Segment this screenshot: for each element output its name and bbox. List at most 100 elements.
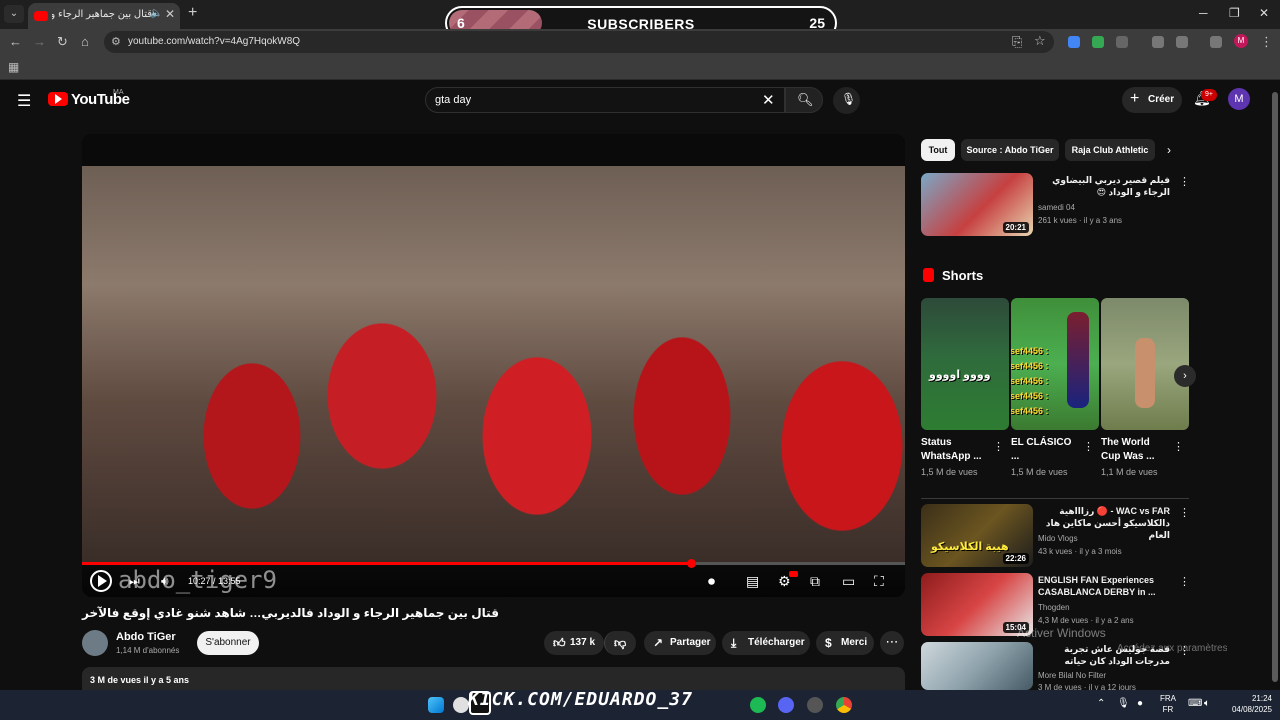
extensions-puzzle-icon[interactable] bbox=[1116, 36, 1128, 48]
input-language[interactable]: FRA FR bbox=[1160, 693, 1176, 715]
volume-icon[interactable]: 🔊︎ bbox=[161, 574, 169, 589]
short-thumbnail[interactable] bbox=[1101, 298, 1189, 430]
channel-name[interactable]: Abdo TiGer bbox=[116, 631, 176, 643]
account-avatar[interactable]: M bbox=[1228, 88, 1250, 110]
recommended-channel[interactable]: Mido Vlogs bbox=[1038, 533, 1178, 544]
youtube-logo-play-icon bbox=[55, 94, 62, 104]
drive-extension-icon[interactable] bbox=[1092, 36, 1104, 48]
short-title[interactable]: The World Cup Was ... bbox=[1101, 436, 1171, 464]
tab-search-chevron-icon[interactable]: ⌄ bbox=[4, 5, 24, 23]
recommended-title[interactable]: ENGLISH FAN Experiences CASABLANCA DERBY… bbox=[1038, 574, 1170, 598]
progress-scrubber-handle[interactable] bbox=[687, 559, 696, 568]
dislike-button[interactable]: 👎︎ bbox=[604, 631, 636, 655]
like-count: 137 k bbox=[570, 637, 596, 648]
recommended-thumbnail[interactable] bbox=[921, 642, 1033, 690]
windows-start-icon[interactable] bbox=[428, 697, 444, 713]
search-taskbar-icon[interactable] bbox=[453, 697, 469, 713]
obs-icon[interactable] bbox=[807, 697, 823, 713]
notification-count-badge: 9+ bbox=[1201, 89, 1217, 101]
recommended-channel[interactable]: More Bilal No Filter bbox=[1038, 670, 1178, 681]
discord-icon[interactable] bbox=[778, 697, 794, 713]
next-video-icon[interactable]: ⏭ bbox=[129, 574, 140, 589]
tab-close-icon[interactable]: ✕ bbox=[165, 7, 175, 21]
more-actions-icon[interactable]: ⋯ bbox=[880, 631, 904, 655]
tray-app-icon[interactable]: ● bbox=[1137, 698, 1143, 709]
browser-tab-active[interactable]: قتال بين جماهير الرجاء و (76) 🔈 ✕ bbox=[28, 3, 180, 29]
scrollbar-thumb[interactable] bbox=[1272, 92, 1278, 682]
reading-mode-icon[interactable] bbox=[1176, 36, 1188, 48]
chevron-right-icon[interactable]: › bbox=[1167, 143, 1171, 157]
recommended-channel[interactable]: samedi 04 bbox=[1038, 202, 1178, 213]
search-button[interactable]: 🔍︎ bbox=[785, 87, 823, 113]
youtube-favicon-icon bbox=[34, 11, 48, 21]
install-app-icon[interactable]: ⎘ bbox=[1012, 34, 1022, 50]
window-close-icon[interactable]: ✕ bbox=[1259, 6, 1269, 20]
bookmarks-bar: ▦ bbox=[0, 55, 1280, 80]
address-bar[interactable]: ⚙ youtube.com/watch?v=4Ag7HqokW8Q ⎘ ☆ bbox=[104, 31, 1054, 53]
network-icon[interactable]: ⌨ bbox=[1188, 698, 1202, 709]
tray-chevron-up-icon[interactable]: ⌃ bbox=[1097, 698, 1105, 709]
password-key-icon[interactable] bbox=[1152, 36, 1164, 48]
fullscreen-icon[interactable]: ⛶ bbox=[874, 573, 884, 590]
extension-icon[interactable] bbox=[1068, 36, 1080, 48]
kebab-menu-icon[interactable]: ⋮ bbox=[1179, 175, 1190, 188]
short-thumbnail[interactable]: وووو اوووو bbox=[921, 298, 1009, 430]
search-input[interactable]: gta day ✕ bbox=[425, 87, 785, 113]
kebab-menu-icon[interactable]: ⋮ bbox=[993, 440, 1004, 453]
back-arrow-icon[interactable]: ← bbox=[9, 34, 22, 49]
language-code: FRA bbox=[1160, 694, 1176, 703]
theater-mode-icon[interactable]: ▭ bbox=[842, 573, 855, 590]
autoplay-toggle-icon[interactable]: ⏺ bbox=[708, 573, 715, 590]
hamburger-menu-icon[interactable]: ☰ bbox=[17, 91, 31, 111]
thanks-button[interactable]: $ Merci bbox=[816, 631, 874, 655]
voice-search-button[interactable]: 🎙︎ bbox=[833, 87, 860, 114]
recommended-title[interactable]: فيلم قصير ديربي البيضاوي الرجاء و الوداد… bbox=[1038, 174, 1170, 198]
video-player[interactable]: abdo_tiger9 ⏭ 🔊︎ 10:27 / 13:55 ⏺ ▤ ⚙ ⧉ ▭… bbox=[82, 134, 905, 597]
browser-profile-avatar[interactable]: M bbox=[1234, 34, 1248, 48]
spotify-icon[interactable] bbox=[750, 697, 766, 713]
miniplayer-icon[interactable]: ⧉ bbox=[810, 573, 820, 590]
kebab-menu-icon[interactable]: ⋮ bbox=[1083, 440, 1094, 453]
subscribe-button[interactable]: S'abonner bbox=[197, 631, 259, 655]
kebab-menu-icon[interactable]: ⋮ bbox=[1173, 440, 1184, 453]
reload-icon[interactable]: ↻ bbox=[57, 34, 68, 50]
create-button[interactable]: + Créer bbox=[1122, 87, 1182, 113]
apps-grid-icon[interactable]: ▦ bbox=[8, 60, 19, 74]
kebab-menu-icon[interactable]: ⋮ bbox=[1179, 506, 1190, 519]
shorts-next-chevron-icon[interactable]: › bbox=[1174, 365, 1196, 387]
site-info-icon[interactable]: ⚙ bbox=[111, 35, 121, 48]
video-frame[interactable] bbox=[82, 166, 905, 562]
forward-arrow-icon[interactable]: → bbox=[33, 34, 46, 49]
chat-line: youssef4456 : bbox=[1011, 406, 1049, 416]
clock-time: 21:24 bbox=[1251, 694, 1272, 703]
like-button[interactable]: 👍︎ 137 k bbox=[544, 631, 604, 655]
new-tab-plus-icon[interactable]: + bbox=[188, 4, 197, 22]
chip-raja[interactable]: Raja Club Athletic bbox=[1065, 139, 1155, 161]
short-thumbnail[interactable]: youssef4456 : youssef4456 : youssef4456 … bbox=[1011, 298, 1099, 430]
media-control-icon[interactable] bbox=[1210, 36, 1222, 48]
system-clock[interactable]: 21:24 04/08/2025 bbox=[1226, 693, 1272, 715]
chip-source[interactable]: Source : Abdo TiGer bbox=[961, 139, 1059, 161]
home-icon[interactable]: ⌂ bbox=[81, 34, 89, 49]
recommended-channel[interactable]: Thogden bbox=[1038, 602, 1178, 613]
kebab-menu-icon[interactable]: ⋮ bbox=[1179, 575, 1190, 588]
restore-icon[interactable]: ❐ bbox=[1229, 6, 1240, 20]
recommended-thumbnail[interactable]: 20:21 bbox=[921, 173, 1033, 236]
minimize-icon[interactable]: ─ bbox=[1199, 6, 1208, 20]
channel-avatar[interactable] bbox=[82, 630, 108, 656]
chrome-icon[interactable] bbox=[836, 697, 852, 713]
volume-tray-icon[interactable]: 🔈︎ bbox=[1204, 698, 1210, 709]
browser-menu-icon[interactable]: ⋮ bbox=[1260, 34, 1273, 50]
clear-search-icon[interactable]: ✕ bbox=[762, 91, 775, 109]
tray-microphone-icon[interactable]: 🎙︎ bbox=[1117, 698, 1130, 709]
download-button[interactable]: ⤓ Télécharger bbox=[722, 631, 810, 655]
short-title[interactable]: Status WhatsApp ... bbox=[921, 436, 991, 464]
short-title[interactable]: EL CLÁSICO ... bbox=[1011, 436, 1081, 464]
chip-all[interactable]: Tout bbox=[921, 139, 955, 161]
share-button[interactable]: ↗ Partager bbox=[644, 631, 716, 655]
bookmark-star-icon[interactable]: ☆ bbox=[1034, 33, 1046, 49]
speaker-icon[interactable]: 🔈 bbox=[150, 8, 162, 19]
recommended-thumbnail[interactable]: هيبة الكلاسيكو 22:26 bbox=[921, 504, 1033, 567]
download-label: Télécharger bbox=[748, 637, 805, 648]
subtitles-icon[interactable]: ▤ bbox=[746, 573, 759, 590]
